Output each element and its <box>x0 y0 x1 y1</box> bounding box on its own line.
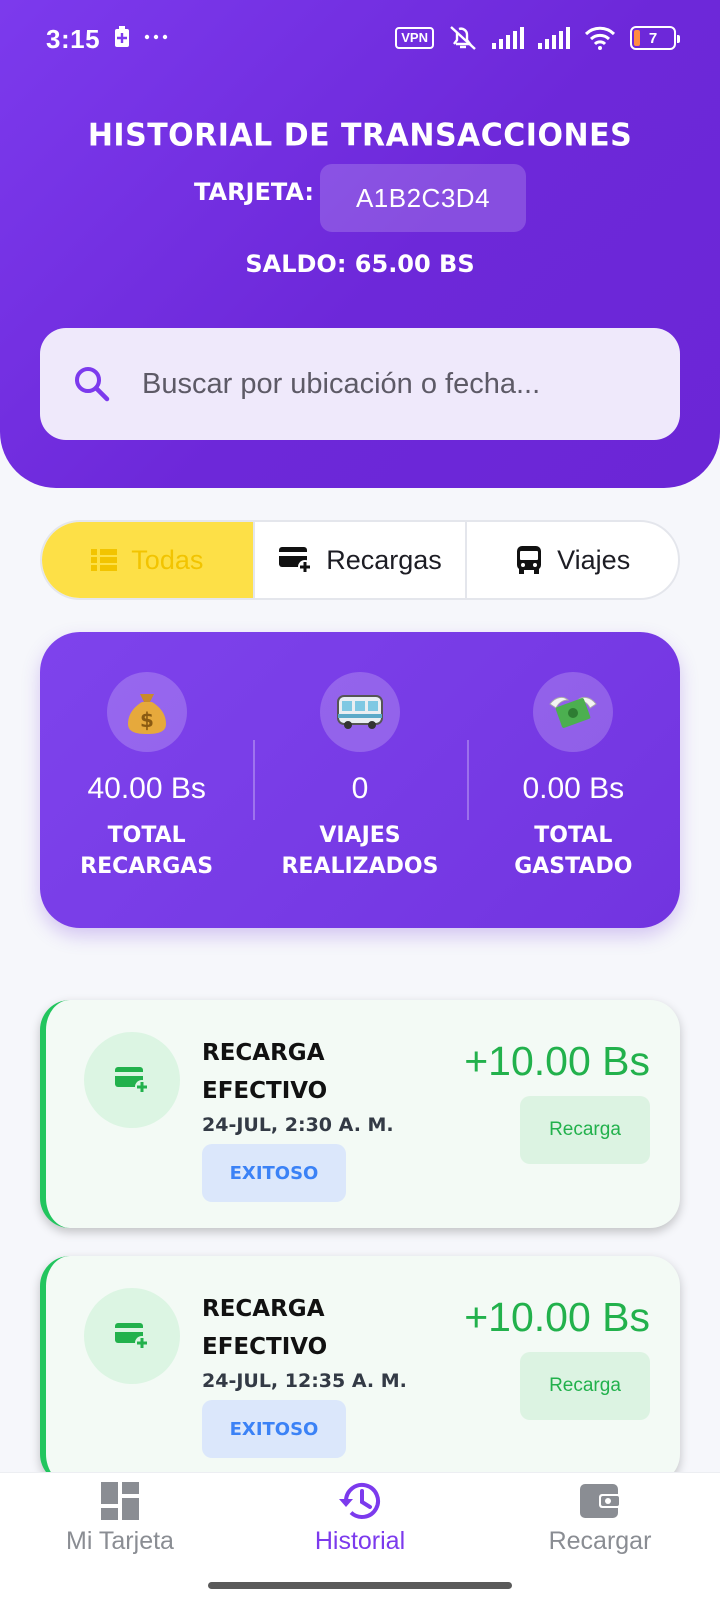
more-dots-icon <box>144 34 168 40</box>
list-icon <box>91 549 118 571</box>
stat-total-recargas: $ 40.00 Bs TOTAL RECARGAS <box>40 632 253 928</box>
transaction-title: RECARGA EFECTIVO <box>202 1296 328 1360</box>
stat-viajes-realizados: 0 VIAJES REALIZADOS <box>253 632 466 928</box>
signal-icon-2 <box>538 27 570 49</box>
status-bar: 3:15 VPN 7 <box>0 0 720 80</box>
battery-saver-icon <box>115 26 129 47</box>
transaction-amount: +10.00 Bs <box>464 1038 650 1084</box>
money-wings-icon <box>533 672 614 752</box>
stat-label: TOTAL GASTADO <box>514 823 633 879</box>
status-time: 3:15 <box>46 24 101 54</box>
transaction-card[interactable]: RECARGA EFECTIVO 24-JUL, 12:35 A. M. EXI… <box>40 1256 680 1484</box>
filter-tabs: Todas Recargas Viajes <box>40 520 680 600</box>
stat-total-gastado: 0.00 Bs TOTAL GASTADO <box>466 632 680 928</box>
search-icon <box>75 367 110 402</box>
signal-icon <box>492 27 524 49</box>
tab-recargas[interactable]: Recargas <box>255 522 468 598</box>
transaction-date: 24-JUL, 12:35 A. M. <box>202 1370 407 1392</box>
stat-value: 0 <box>351 772 369 805</box>
nav-mi-tarjeta[interactable]: Mi Tarjeta <box>0 1473 240 1600</box>
wifi-icon <box>584 26 616 50</box>
stat-value: 40.00 Bs <box>87 772 206 805</box>
bottom-nav: Mi Tarjeta Historial Recargar <box>0 1472 720 1600</box>
nav-recargar[interactable]: Recargar <box>480 1473 720 1600</box>
bus-icon <box>517 546 542 574</box>
history-icon <box>339 1483 380 1519</box>
card-code: A1B2C3D4 <box>320 164 526 232</box>
header: 3:15 VPN 7 HISTORIAL DE TRANSACCIONES TA… <box>0 0 720 488</box>
card-info: TARJETA: A1B2C3D4 <box>0 164 720 232</box>
money-bag-icon: $ <box>106 672 187 752</box>
page-title: HISTORIAL DE TRANSACCIONES <box>87 117 633 154</box>
status-badge: EXITOSO <box>202 1144 346 1202</box>
card-add-icon <box>279 547 313 574</box>
tab-todas[interactable]: Todas <box>42 522 255 598</box>
stats-card: $ 40.00 Bs TOTAL RECARGAS 0 VIAJES REALI… <box>40 632 680 928</box>
stat-label: VIAJES REALIZADOS <box>281 823 439 879</box>
balance-text: SALDO: 65.00 BS <box>245 250 475 278</box>
battery-icon: 7 <box>630 26 680 50</box>
card-label: TARJETA: <box>193 178 314 206</box>
transaction-title: RECARGA EFECTIVO <box>202 1040 328 1104</box>
home-indicator[interactable] <box>208 1582 512 1589</box>
vpn-icon: VPN <box>395 27 434 49</box>
dashboard-icon <box>101 1482 139 1520</box>
transaction-date: 24-JUL, 2:30 A. M. <box>202 1114 394 1136</box>
transaction-type-badge: Recarga <box>520 1096 650 1164</box>
wallet-icon <box>580 1484 621 1518</box>
tab-viajes[interactable]: Viajes <box>467 522 678 598</box>
mute-icon <box>450 26 476 50</box>
card-add-icon <box>84 1032 180 1128</box>
nav-historial[interactable]: Historial <box>240 1473 480 1600</box>
card-add-icon <box>84 1288 180 1384</box>
search-box[interactable] <box>40 328 680 440</box>
bus-emoji-icon <box>319 672 400 752</box>
status-badge: EXITOSO <box>202 1400 346 1458</box>
stat-label: TOTAL RECARGAS <box>80 823 214 879</box>
search-input[interactable] <box>142 367 662 401</box>
transaction-type-badge: Recarga <box>520 1352 650 1420</box>
transaction-card[interactable]: RECARGA EFECTIVO 24-JUL, 2:30 A. M. EXIT… <box>40 1000 680 1228</box>
transaction-amount: +10.00 Bs <box>464 1294 650 1340</box>
stat-value: 0.00 Bs <box>522 772 625 805</box>
svg-text:$: $ <box>140 708 154 732</box>
